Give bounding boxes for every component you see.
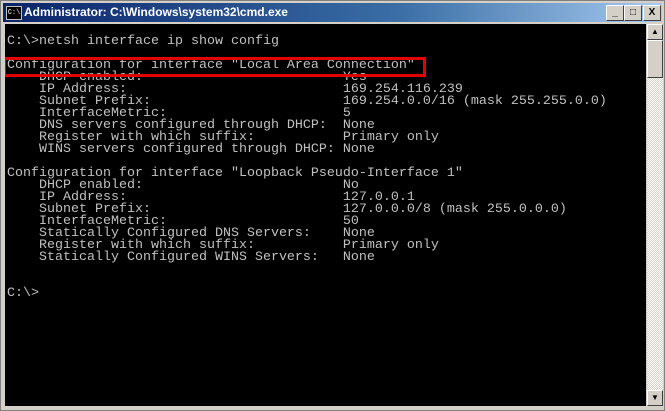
console-line: WINS servers configured through DHCP: No… — [7, 142, 375, 157]
vertical-scrollbar[interactable]: ▲ ▼ — [647, 24, 663, 406]
window-title: Administrator: C:\Windows\system32\cmd.e… — [24, 5, 288, 19]
scroll-up-button[interactable]: ▲ — [647, 24, 663, 40]
console-output[interactable]: C:\>netsh interface ip show config Confi… — [5, 24, 646, 406]
maximize-button[interactable]: □ — [624, 5, 642, 21]
title-bar[interactable]: C:\ Administrator: C:\Windows\system32\c… — [3, 3, 662, 22]
cmd-app-icon[interactable]: C:\ — [6, 6, 22, 20]
close-button[interactable]: X — [643, 5, 661, 21]
scroll-thumb[interactable] — [647, 40, 663, 78]
highlight-box — [5, 57, 426, 77]
cmd-window: C:\ Administrator: C:\Windows\system32\c… — [0, 0, 665, 411]
console-line: Statically Configured WINS Servers: None — [7, 250, 375, 265]
console-line: C:\>netsh interface ip show config — [7, 34, 279, 49]
console-line: C:\> — [7, 286, 39, 301]
scroll-down-button[interactable]: ▼ — [647, 390, 663, 406]
minimize-button[interactable]: _ — [606, 5, 624, 21]
